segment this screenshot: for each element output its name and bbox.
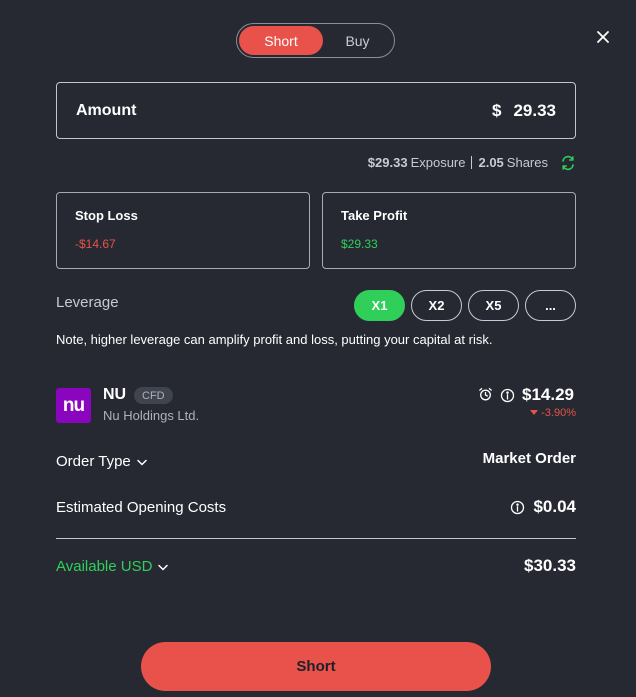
close-icon[interactable] — [594, 28, 612, 46]
swap-icon[interactable] — [560, 155, 576, 171]
amount-value[interactable]: $ 29.33 — [492, 101, 556, 121]
short-tab[interactable]: Short — [239, 26, 323, 55]
currency-symbol: $ — [491, 100, 502, 120]
opening-costs-value: $0.04 — [533, 497, 576, 516]
chevron-down-icon — [158, 558, 169, 575]
buy-tab[interactable]: Buy — [323, 26, 392, 55]
exposure-value: $29.33 — [367, 155, 408, 170]
order-type-value: Market Order — [482, 450, 576, 467]
stop-loss-value: -$14.67 — [75, 237, 116, 251]
divider — [56, 538, 576, 539]
amount-input[interactable]: Amount $ 29.33 — [56, 82, 576, 139]
divider — [471, 156, 473, 169]
take-profit-button[interactable]: Take Profit $29.33 — [322, 192, 576, 269]
leverage-x5-button[interactable]: X5 — [468, 290, 519, 321]
order-type-dropdown[interactable]: Order Type — [56, 453, 147, 470]
caret-down-icon — [530, 407, 539, 419]
instrument-name: Nu Holdings Ltd. — [103, 408, 200, 423]
leverage-label: Leverage — [56, 294, 119, 311]
alarm-icon[interactable] — [478, 387, 493, 402]
leverage-x1-button[interactable]: X1 — [354, 290, 405, 321]
chevron-down-icon — [137, 453, 147, 470]
shares-label: Shares — [506, 155, 548, 170]
available-label: Available USD — [56, 558, 153, 575]
shares-value: 2.05 — [478, 155, 504, 170]
exposure-summary: $29.33 Exposure 2.05 Shares — [368, 155, 548, 170]
exposure-label: Exposure — [410, 155, 466, 170]
available-currency-dropdown[interactable]: Available USD — [56, 558, 169, 575]
instrument-price: $14.29 — [522, 385, 574, 404]
price-change: -3.90% — [530, 407, 576, 419]
available-value: $30.33 — [524, 556, 576, 575]
amount-label: Amount — [76, 101, 137, 119]
take-profit-value: $29.33 — [341, 237, 378, 251]
amount-number: 29.33 — [513, 100, 556, 120]
instrument-symbol: NU — [103, 386, 127, 403]
info-icon[interactable] — [500, 388, 515, 403]
leverage-more-button[interactable]: ... — [525, 290, 576, 321]
leverage-note: Note, higher leverage can amplify profit… — [56, 332, 493, 347]
logo-text: nu — [62, 394, 85, 416]
order-type-label: Order Type — [56, 453, 131, 470]
opening-costs: $0.04 — [510, 497, 576, 517]
cfd-badge: CFD — [134, 387, 173, 404]
side-toggle: Short Buy — [236, 23, 395, 58]
stop-loss-button[interactable]: Stop Loss -$14.67 — [56, 192, 310, 269]
opening-costs-label: Estimated Opening Costs — [56, 499, 227, 516]
info-icon[interactable] — [510, 500, 525, 515]
take-profit-label: Take Profit — [341, 208, 408, 223]
price-change-value: -3.90% — [541, 407, 576, 419]
leverage-x2-button[interactable]: X2 — [411, 290, 462, 321]
instrument-logo: nu — [56, 388, 91, 423]
stop-loss-label: Stop Loss — [75, 208, 138, 223]
short-submit-button[interactable]: Short — [141, 642, 491, 691]
